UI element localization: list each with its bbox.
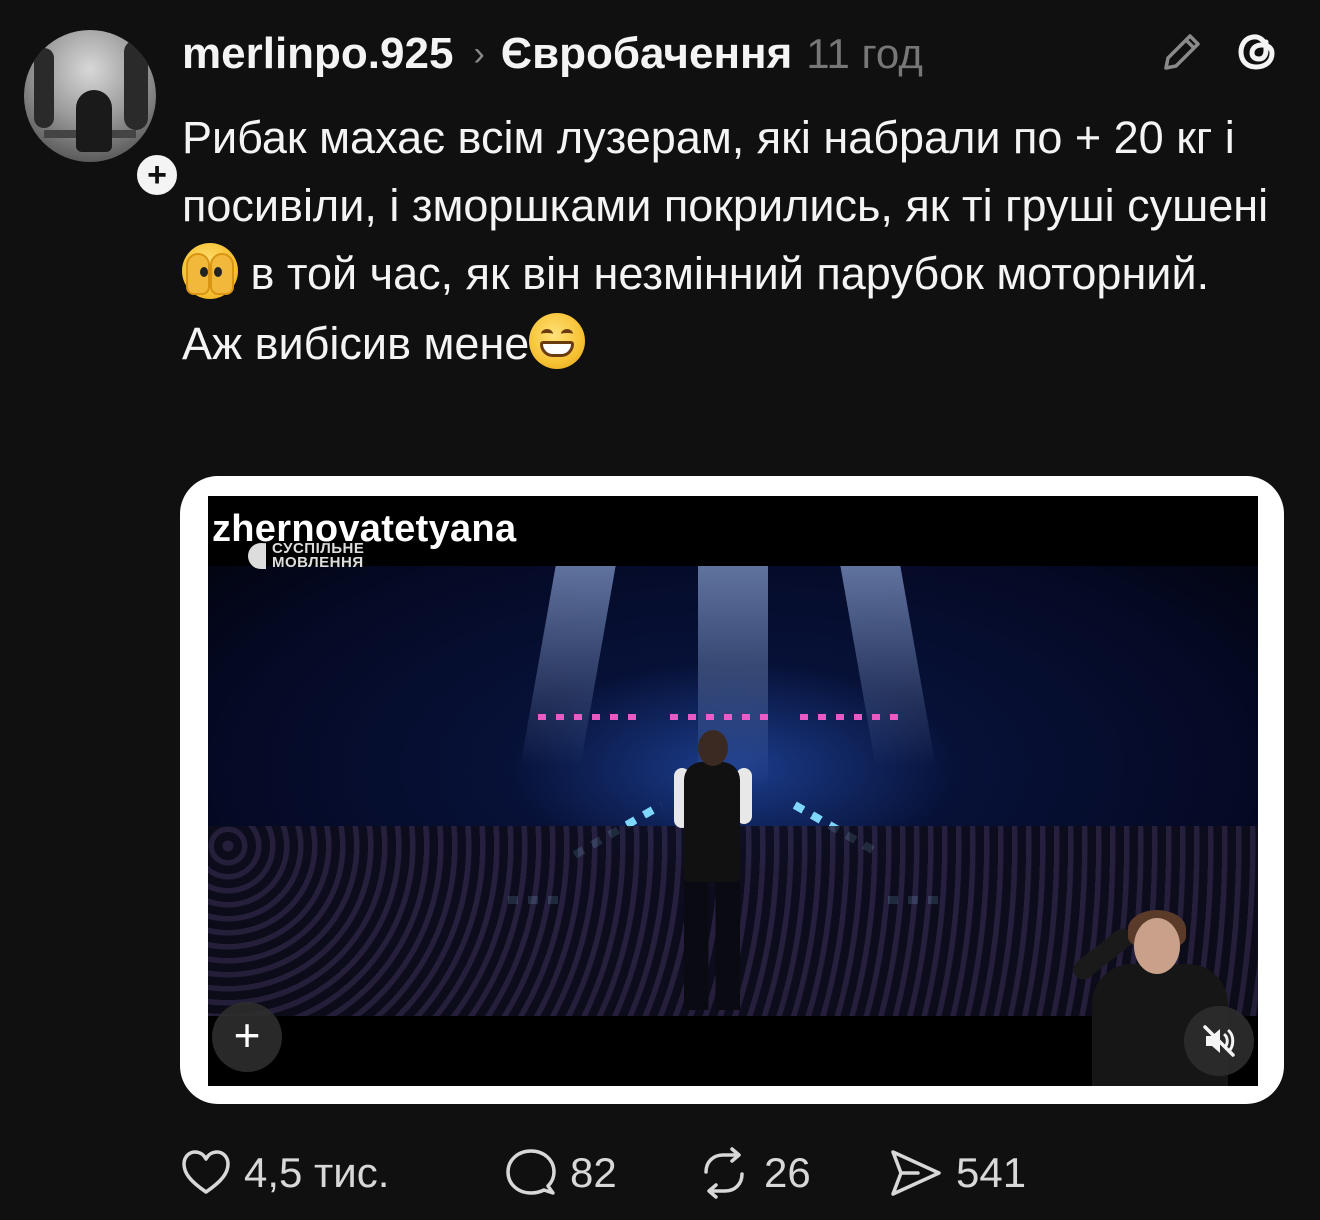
mute-toggle-button[interactable]: [1184, 1006, 1254, 1076]
reply-button[interactable]: 82: [504, 1142, 617, 1204]
plus-icon: +: [233, 1009, 261, 1061]
follow-plus-icon: +: [147, 156, 167, 194]
performer: [684, 762, 740, 882]
grinning-face-emoji-icon: [529, 313, 586, 369]
post-text-part-3: Аж вибісив мене: [182, 318, 530, 369]
add-to-post-button[interactable]: +: [212, 1002, 282, 1072]
heart-icon: [182, 1150, 230, 1194]
topic-link[interactable]: Євробачення: [501, 29, 793, 79]
avatar[interactable]: [24, 30, 156, 162]
performer-head: [698, 730, 728, 766]
reply-count: 82: [570, 1149, 617, 1196]
threads-logo-icon: [1238, 34, 1275, 70]
post-paragraph-2: Аж вибісив мене: [182, 310, 1302, 378]
video-watermark: zhernovatetyana: [212, 508, 517, 550]
repost-button[interactable]: 26: [696, 1142, 811, 1204]
post-header: merlinpo.925 › Євробачення 11 год: [182, 24, 923, 84]
follow-button[interactable]: +: [132, 150, 182, 200]
post-time: 11 год: [806, 30, 923, 77]
send-icon: [891, 1150, 941, 1196]
comment-bubble-icon: [506, 1149, 556, 1195]
share-count: 541: [956, 1149, 1027, 1196]
post-text-part-1: Рибак махає всім лузерам, які набрали по…: [182, 112, 1269, 231]
speaker-muted-icon: [1203, 1025, 1235, 1057]
repost-icon: [704, 1147, 744, 1199]
username-link[interactable]: merlinpo.925: [182, 29, 453, 79]
avatar-person: [76, 90, 112, 152]
pencil-icon[interactable]: [1158, 28, 1206, 76]
share-button[interactable]: 541: [888, 1142, 1026, 1204]
avatar-container[interactable]: +: [24, 30, 182, 200]
channel-logo-line-2: МОВЛЕННЯ: [272, 554, 364, 571]
face-with-hands-over-eyes-emoji-icon: [182, 243, 238, 299]
chevron-right-icon: ›: [473, 34, 485, 73]
performer-legs: [684, 880, 740, 1010]
like-button[interactable]: 4,5 тис.: [180, 1142, 389, 1204]
repost-count: 26: [764, 1149, 811, 1196]
video-player[interactable]: СУСПІЛЬНЕ МОВЛЕННЯ zhernovatetyana: [208, 496, 1258, 1086]
post-body: Рибак махає всім лузерам, які набрали по…: [182, 104, 1302, 378]
action-bar: 4,5 тис. 82 26 541: [180, 1142, 1280, 1204]
like-count: 4,5 тис.: [244, 1149, 390, 1196]
post-text-part-2: в той час, як він незмінний парубок мото…: [238, 248, 1210, 299]
post-paragraph-1: Рибак махає всім лузерам, які набрали по…: [182, 104, 1302, 308]
